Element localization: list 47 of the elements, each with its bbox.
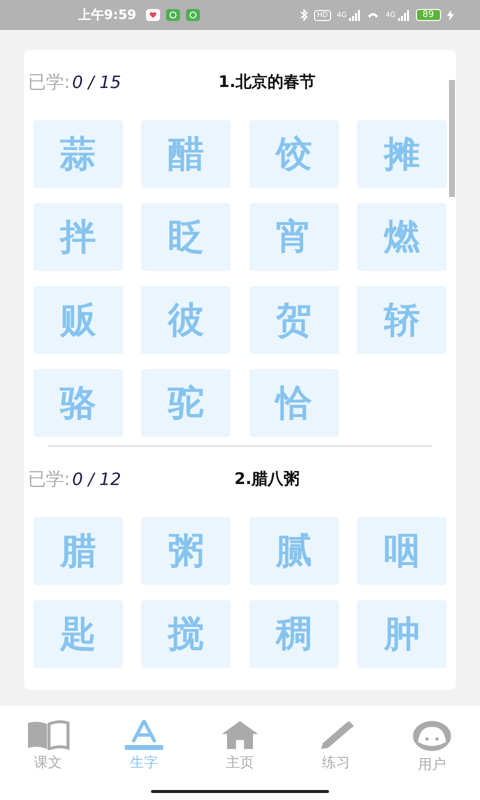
nav-tab[interactable]: 生字 (104, 720, 184, 774)
character-tile[interactable]: 匙 (33, 600, 123, 668)
status-time: 上午9:59 (78, 7, 136, 24)
character-tile[interactable]: 驼 (141, 369, 231, 437)
scrollbar[interactable] (449, 80, 455, 197)
character-tile[interactable]: 粥 (141, 517, 231, 585)
character-tile[interactable]: 燃 (357, 203, 447, 271)
character-tile[interactable]: 稠 (249, 600, 339, 668)
nav-tab[interactable]: 练习 (296, 720, 376, 774)
character-tile[interactable]: 搅 (141, 600, 231, 668)
signal-icon (398, 10, 410, 20)
character-tile[interactable]: 拌 (33, 203, 123, 271)
character-tile[interactable]: 蒜 (33, 120, 123, 188)
character-tile[interactable]: 贩 (33, 286, 123, 354)
character-tile[interactable]: 轿 (357, 286, 447, 354)
bluetooth-icon (300, 9, 308, 21)
character-tile[interactable]: 肿 (357, 600, 447, 668)
learned-label: 已学: (28, 468, 70, 491)
book-icon (26, 720, 70, 750)
nav-tab[interactable]: 主页 (200, 720, 280, 774)
character-tile[interactable]: 摊 (357, 120, 447, 188)
battery-indicator: 89 (416, 9, 441, 21)
chat-icon (166, 9, 180, 21)
nav-tab[interactable]: 课文 (8, 720, 88, 774)
character-tile[interactable]: 腊 (33, 517, 123, 585)
learned-count: 0 / 12 (72, 470, 122, 490)
signal-icon (348, 10, 361, 20)
character-tile[interactable]: 醋 (141, 120, 231, 188)
character-tile[interactable]: 贺 (249, 286, 339, 354)
character-tile[interactable]: 骆 (33, 369, 123, 437)
character-tile[interactable]: 眨 (141, 203, 231, 271)
learned-label: 已学: (28, 71, 70, 94)
character-tile[interactable]: 饺 (249, 120, 339, 188)
nav-tab[interactable]: 用户 (392, 720, 472, 774)
character-tile[interactable]: 腻 (249, 517, 339, 585)
character-tile[interactable]: 彼 (141, 286, 231, 354)
chat-icon (186, 9, 200, 21)
home-icon (221, 720, 259, 750)
lesson-title: 2.腊八粥 (233, 468, 301, 490)
character-tile[interactable]: 咽 (357, 517, 447, 585)
home-indicator[interactable] (151, 790, 329, 793)
character-tile[interactable]: 恰 (249, 369, 339, 437)
character-tile[interactable]: 宵 (249, 203, 339, 271)
learned-count: 0 / 15 (72, 73, 122, 93)
face-icon (412, 720, 452, 752)
letter-a-icon (124, 720, 164, 750)
lesson-title: 1.北京的春节 (217, 72, 317, 92)
